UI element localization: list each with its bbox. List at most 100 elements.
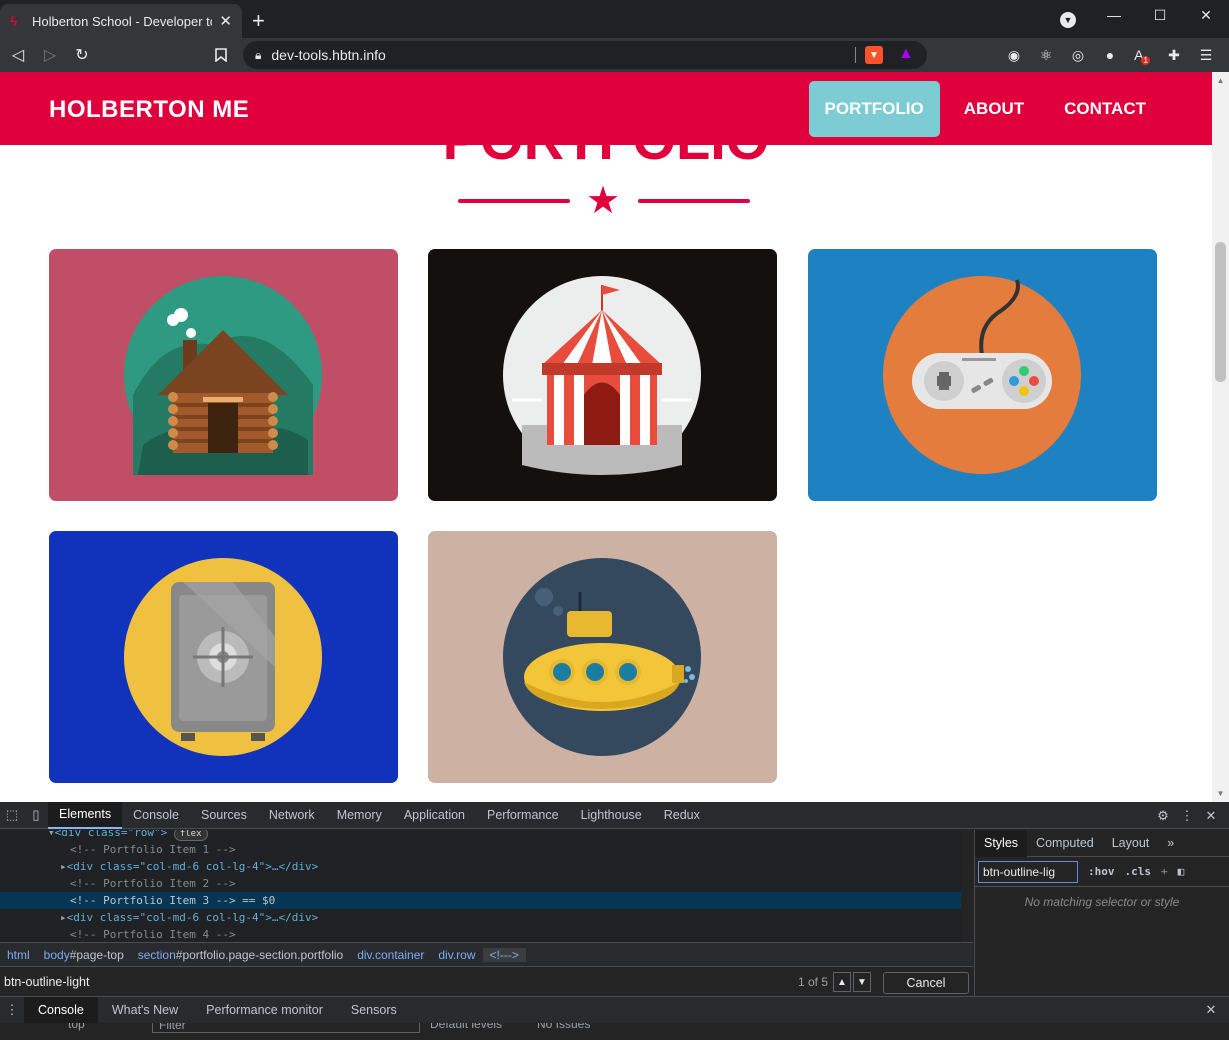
nav-link-portfolio[interactable]: PORTFOLIO — [808, 81, 940, 137]
search-match-count: 1 of 5 — [798, 975, 829, 989]
kebab-menu-icon[interactable]: ⋮ — [1175, 802, 1199, 829]
flex-badge[interactable]: flex — [173, 830, 208, 841]
tab-close-icon[interactable]: ✕ — [219, 12, 232, 30]
search-prev-icon[interactable]: ▲ — [833, 972, 851, 992]
expand-arrow-icon[interactable]: ▾ — [48, 830, 55, 839]
dom-line-comment-1[interactable]: <!-- Portfolio Item 1 --> — [0, 841, 961, 858]
portfolio-item-cabin[interactable] — [49, 249, 398, 501]
drawer-menu-icon[interactable]: ⋮ — [0, 997, 24, 1024]
new-tab-plus-icon[interactable]: + — [252, 8, 265, 34]
inspect-element-icon[interactable]: ⬚ — [0, 802, 24, 829]
extension-round-icon[interactable]: ● — [1101, 46, 1119, 64]
portfolio-item-submarine[interactable] — [428, 531, 777, 783]
holberton-favicon-icon: ϟ — [10, 13, 18, 29]
crumb-body[interactable]: body#page-top — [37, 948, 131, 962]
star-divider: ★ — [458, 182, 750, 222]
dom-line-comment-4[interactable]: <!-- Portfolio Item 4 --> — [0, 926, 961, 942]
styles-filter-input[interactable]: btn-outline-lig — [978, 860, 1078, 883]
device-toolbar-icon[interactable]: ▯ — [24, 802, 48, 829]
crumb-container[interactable]: div.container — [350, 948, 431, 962]
dom-line-col-2[interactable]: ▸<div class="col-md-6 col-lg-4">…</div> — [0, 909, 961, 926]
extension-owl-icon[interactable]: ◉ — [1005, 46, 1023, 64]
forward-icon[interactable]: ▷ — [38, 43, 62, 67]
tab-elements[interactable]: Elements — [48, 801, 123, 829]
tab-memory[interactable]: Memory — [326, 802, 393, 829]
crumb-html[interactable]: html — [0, 948, 37, 962]
portfolio-item-circus[interactable] — [428, 249, 777, 501]
dom-line-row[interactable]: ▾<div class="row"> flex — [0, 830, 961, 841]
page-viewport: PORTFOLIO HOLBERTON ME PORTFOLIO ABOUT C… — [0, 72, 1229, 802]
dom-line-comment-3-selected[interactable]: <!-- Portfolio Item 3 --> == $0 — [0, 892, 961, 909]
browser-menu-icon[interactable]: ☰ — [1197, 46, 1215, 64]
crumb-row[interactable]: div.row — [431, 948, 482, 962]
page-scrollbar[interactable]: ▲ ▼ — [1212, 72, 1229, 802]
site-brand[interactable]: HOLBERTON ME — [49, 96, 249, 124]
crumb-comment[interactable]: <!---> — [482, 947, 526, 962]
dom-line-col-1[interactable]: ▸<div class="col-md-6 col-lg-4">…</div> — [0, 858, 961, 875]
tab-application[interactable]: Application — [393, 802, 476, 829]
settings-gear-icon[interactable]: ⚙ — [1151, 802, 1175, 829]
nav-link-contact[interactable]: CONTACT — [1048, 81, 1162, 137]
console-issues[interactable]: No Issues — [537, 1023, 590, 1031]
tab-lighthouse[interactable]: Lighthouse — [570, 802, 653, 829]
extension-badge-icon[interactable]: A1 — [1133, 46, 1151, 65]
dom-comment-3: <!-- Portfolio Item 3 --> == $0 — [70, 894, 276, 907]
extensions-puzzle-icon[interactable]: ✚ — [1165, 46, 1183, 64]
maximize-icon[interactable]: ☐ — [1137, 0, 1183, 30]
extension-target-icon[interactable]: ◎ — [1069, 46, 1087, 64]
window-close-icon[interactable]: ✕ — [1183, 0, 1229, 30]
toggle-sidebar-icon[interactable]: ◧ — [1178, 865, 1185, 878]
dom-search-input[interactable]: btn-outline-light — [4, 975, 89, 989]
portfolio-item-controller[interactable] — [808, 249, 1157, 501]
drawer-close-icon[interactable]: ✕ — [1199, 997, 1223, 1024]
crumb-section-tag: section — [137, 947, 176, 962]
drawer-tab-whats-new[interactable]: What's New — [98, 997, 192, 1024]
dom-comment-2: <!-- Portfolio Item 2 --> — [70, 877, 236, 890]
nav-link-about[interactable]: ABOUT — [948, 81, 1040, 137]
reload-icon[interactable]: ↻ — [70, 43, 94, 67]
scroll-up-icon[interactable]: ▲ — [1212, 72, 1229, 89]
brave-rewards-icon[interactable]: ▲ — [898, 45, 914, 63]
console-levels[interactable]: Default levels — [430, 1023, 502, 1031]
tab-sources[interactable]: Sources — [190, 802, 258, 829]
portfolio-item-safe[interactable] — [49, 531, 398, 783]
brave-shields-icon[interactable]: ▼ — [865, 46, 883, 64]
drawer-tab-sensors[interactable]: Sensors — [337, 997, 411, 1024]
hov-toggle[interactable]: :hov — [1088, 865, 1115, 878]
dom-comment-1: <!-- Portfolio Item 1 --> — [70, 843, 236, 856]
tab-network[interactable]: Network — [258, 802, 326, 829]
omnibox-separator — [855, 47, 856, 63]
drawer-tab-performance-monitor[interactable]: Performance monitor — [192, 997, 337, 1024]
tab-search-icon[interactable]: ▼ — [1060, 12, 1076, 28]
scroll-thumb[interactable] — [1215, 242, 1226, 382]
more-tabs-chevron-icon[interactable]: » — [1158, 830, 1183, 857]
react-devtools-icon[interactable]: ⚛ — [1037, 46, 1055, 64]
collapse-arrow-icon[interactable]: ▸ — [60, 911, 67, 924]
address-bar[interactable]: 🔒︎ dev-tools.hbtn.info ▼ ▲ — [243, 41, 927, 69]
elements-tree[interactable]: ▾<div class="row"> flex <!-- Portfolio I… — [0, 830, 961, 942]
tab-redux[interactable]: Redux — [653, 802, 711, 829]
crumb-body-id: #page-top — [69, 947, 124, 962]
new-rule-plus-icon[interactable]: + — [1161, 865, 1168, 878]
bookmark-icon[interactable] — [209, 43, 233, 67]
tab-computed[interactable]: Computed — [1027, 830, 1103, 857]
collapse-arrow-icon[interactable]: ▸ — [60, 860, 67, 873]
minimize-icon[interactable]: — — [1091, 0, 1137, 30]
tab-styles[interactable]: Styles — [975, 829, 1028, 857]
crumb-section[interactable]: section#portfolio.page-section.portfolio — [131, 948, 350, 962]
search-cancel-button[interactable]: Cancel — [883, 972, 969, 994]
devtools-close-icon[interactable]: ✕ — [1199, 802, 1223, 829]
browser-tab[interactable]: ϟ Holberton School - Developer too ✕ — [0, 4, 242, 38]
tab-layout[interactable]: Layout — [1103, 830, 1159, 857]
drawer-tab-console[interactable]: Console — [24, 996, 98, 1024]
scroll-down-icon[interactable]: ▼ — [1212, 785, 1229, 802]
tab-performance[interactable]: Performance — [476, 802, 570, 829]
console-filter-input[interactable]: Filter — [152, 1023, 420, 1033]
console-context[interactable]: top — [68, 1023, 85, 1031]
search-next-icon[interactable]: ▼ — [853, 972, 871, 992]
back-icon[interactable]: ◁ — [6, 43, 30, 67]
cls-toggle[interactable]: .cls — [1125, 865, 1152, 878]
tab-console[interactable]: Console — [122, 802, 190, 829]
dom-line-comment-2[interactable]: <!-- Portfolio Item 2 --> — [0, 875, 961, 892]
crumb-body-tag: body — [43, 947, 70, 962]
